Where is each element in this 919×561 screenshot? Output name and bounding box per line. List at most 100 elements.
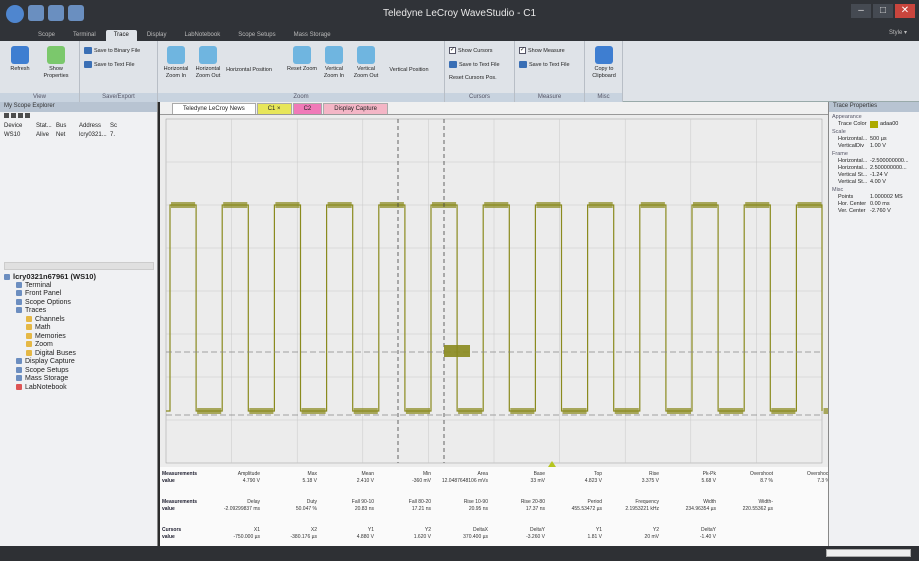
- reset-cursors-button[interactable]: Reset Cursors Pos.: [449, 75, 497, 81]
- tab-labnotebook[interactable]: LabNotebook: [177, 30, 229, 41]
- trace-noise-band: [223, 202, 248, 208]
- prop-points[interactable]: Points 1.000002 MS: [832, 194, 916, 201]
- show-measure-checkbox[interactable]: ✓ Show Measure: [519, 47, 565, 54]
- traces-icon: [16, 307, 22, 313]
- tab-scope-setups[interactable]: Scope Setups: [230, 30, 283, 41]
- tree-item-scope-setups[interactable]: Scope Setups: [4, 366, 96, 376]
- measurement-name: Overshoot: [806, 471, 830, 477]
- add-icon[interactable]: [4, 113, 9, 118]
- tree-item-zoom[interactable]: Zoom: [4, 341, 96, 350]
- save-binary-button[interactable]: Save to Binary File: [84, 47, 140, 54]
- measurement-value: 1.81 V: [587, 534, 602, 540]
- status-scrollbar[interactable]: [826, 549, 911, 557]
- device-status: Alive: [36, 132, 50, 138]
- tab-mass-storage[interactable]: Mass Storage: [286, 30, 339, 41]
- v-zoom-out-button[interactable]: Vertical Zoom Out: [350, 46, 382, 80]
- h-zoom-out-button[interactable]: Horizontal Zoom Out: [192, 46, 224, 80]
- col-address[interactable]: Address: [79, 123, 110, 129]
- tree-item-traces[interactable]: Traces: [4, 307, 96, 316]
- prop-frame-2[interactable]: Horizontal... 2.500000000...: [832, 165, 916, 172]
- disconnect-icon[interactable]: [25, 113, 30, 118]
- v-zoom-in-button[interactable]: Vertical Zoom In: [318, 46, 350, 80]
- connect-icon[interactable]: [18, 113, 23, 118]
- col-status[interactable]: Stat...: [36, 123, 56, 129]
- prop-ver-center[interactable]: Ver. Center -2.760 V: [832, 208, 916, 215]
- reset-zoom-button[interactable]: Reset Zoom: [286, 46, 318, 73]
- tab-display[interactable]: Display: [139, 30, 175, 41]
- tab-c1[interactable]: C1 ×: [256, 103, 292, 114]
- table-row[interactable]: WS10 Alive Net lcry0321... 7.: [0, 131, 157, 139]
- trace-noise-band: [484, 202, 509, 208]
- measurement-name: Width-: [758, 499, 773, 505]
- measurement-value: -750.000 µs: [233, 534, 260, 540]
- copy-clipboard-button[interactable]: Copy to Clipboard: [588, 46, 620, 80]
- prop-hdiv[interactable]: Horizontal... 500 µs: [832, 136, 916, 143]
- measurement-name: Min: [422, 471, 431, 477]
- prop-frame-3[interactable]: Vertical St... -1.24 V: [832, 172, 916, 179]
- tab-display-capture[interactable]: Display Capture: [323, 103, 388, 114]
- measurement-name: Rise 10-90: [463, 499, 488, 505]
- zoom-in-icon: [325, 46, 343, 64]
- panel-title: My Scope Explorer: [0, 102, 157, 112]
- show-cursors-checkbox[interactable]: ✓ Show Cursors: [449, 47, 493, 54]
- tab-scope[interactable]: Scope: [30, 30, 63, 41]
- cursors-save-text-button[interactable]: Save to Text File: [449, 61, 500, 68]
- tree-item-digital-buses[interactable]: Digital Buses: [4, 349, 96, 359]
- trace-noise-band: [536, 202, 561, 208]
- tree-item-display-capture[interactable]: Display Capture: [4, 358, 96, 367]
- scope-icon: [4, 274, 10, 280]
- section-appearance[interactable]: Appearance: [832, 114, 916, 121]
- col-sc[interactable]: Sc: [110, 123, 120, 129]
- tree-item-memories[interactable]: Memories: [4, 332, 96, 342]
- col-device[interactable]: Device: [4, 123, 36, 129]
- prop-hor-center[interactable]: Hor. Center 0.00 ms: [832, 201, 916, 208]
- horizontal-scrollbar[interactable]: [4, 262, 154, 270]
- prop-trace-color[interactable]: Trace Color adaa00: [832, 121, 916, 128]
- remove-icon[interactable]: [11, 113, 16, 118]
- tree-item-terminal[interactable]: Terminal: [4, 281, 96, 291]
- measurement-row: value 4.790 V 5.18 V 2.410 V -360 mV 12.04876…: [160, 478, 830, 488]
- prop-vdiv[interactable]: VerticalDiv 1.00 V: [832, 143, 916, 150]
- tree-item-labnotebook[interactable]: LabNotebook: [4, 383, 96, 393]
- tree-item-mass-storage[interactable]: Mass Storage: [4, 375, 96, 384]
- tab-c2[interactable]: C2: [292, 103, 323, 114]
- minimize-button[interactable]: –: [851, 4, 871, 18]
- trace-noise-band: [275, 202, 300, 208]
- measurement-row: value -2.09299837 ms 50.047 % 20.83 ns 17.21…: [160, 506, 828, 516]
- measure-save-text-button[interactable]: Save to Text File: [519, 61, 570, 68]
- measurement-name: Delay: [247, 499, 260, 505]
- tab-close-icon[interactable]: ×: [277, 106, 281, 112]
- style-menu[interactable]: Style ▾: [889, 29, 907, 36]
- h-position-slider[interactable]: Horizontal Position: [226, 67, 272, 74]
- clipboard-icon: [595, 46, 613, 64]
- close-button[interactable]: ✕: [895, 4, 915, 18]
- save-text-button[interactable]: Save to Text File: [84, 61, 135, 68]
- trace-noise-band: [614, 408, 639, 414]
- col-bus[interactable]: Bus: [56, 123, 79, 129]
- prop-frame-4[interactable]: Vertical St... 4.00 V: [832, 179, 916, 186]
- measurement-name: Rise: [648, 471, 659, 477]
- tab-news[interactable]: Teledyne LeCroy News: [172, 103, 256, 114]
- section-scale[interactable]: Scale: [832, 129, 916, 136]
- show-properties-button[interactable]: Show Properties: [40, 46, 72, 80]
- measurement-name: Pk-Pk: [702, 471, 716, 477]
- tree-item-channels[interactable]: Channels: [4, 315, 96, 325]
- section-frame[interactable]: Frame: [832, 151, 916, 158]
- tree-item-scope-options[interactable]: Scope Options: [4, 298, 96, 308]
- tree-item-math[interactable]: Math: [4, 324, 96, 333]
- color-swatch-icon: [870, 121, 878, 128]
- waveform-plot[interactable]: [160, 115, 848, 467]
- tab-trace[interactable]: Trace: [105, 30, 137, 41]
- v-position-slider[interactable]: Vertical Position: [386, 67, 432, 74]
- section-misc[interactable]: Misc: [832, 187, 916, 194]
- tree-root[interactable]: lcry0321n67961 (WS10): [4, 272, 96, 282]
- tree-item-front-panel[interactable]: Front Panel: [4, 290, 96, 299]
- measurement-name: DeltaY: [529, 527, 545, 533]
- maximize-button[interactable]: □: [873, 4, 893, 18]
- refresh-button[interactable]: Refresh: [4, 46, 36, 73]
- prop-frame-1[interactable]: Horizontal... -2.500000000...: [832, 158, 916, 165]
- tab-terminal[interactable]: Terminal: [65, 30, 104, 41]
- h-zoom-in-button[interactable]: Horizontal Zoom In: [160, 46, 192, 80]
- measurement-name: Rise 20-80: [520, 499, 545, 505]
- measurement-value: 17.21 ns: [411, 506, 431, 512]
